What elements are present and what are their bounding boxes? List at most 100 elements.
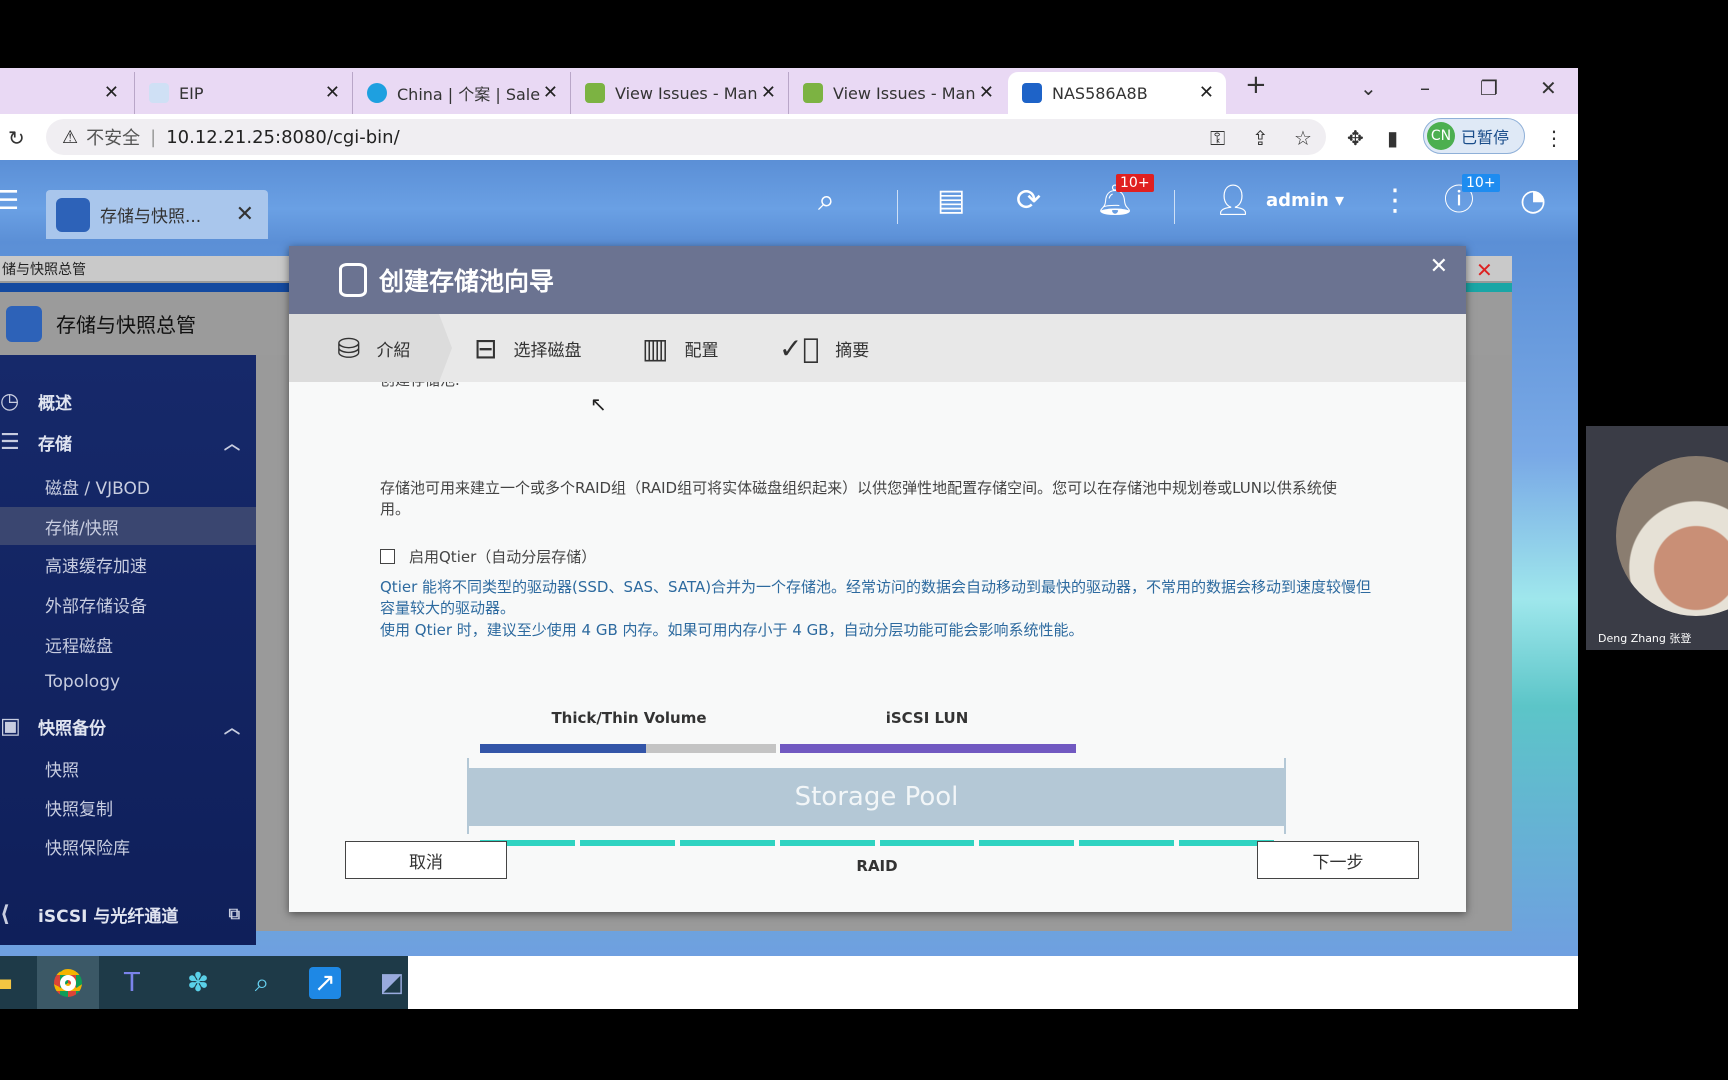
close-tab-icon[interactable]: ✕ bbox=[543, 82, 558, 103]
sidebar-item-label: 概述 bbox=[38, 393, 72, 414]
close-tab-icon[interactable]: ✕ bbox=[979, 82, 994, 103]
address-toolbar: ↻ ⚠ 不安全 | 10.12.21.25:8080/cgi-bin/ ⚿ ⇪ … bbox=[0, 114, 1578, 160]
chrome-icon[interactable] bbox=[37, 956, 99, 1009]
sidebar-item[interactable]: 快照复制 bbox=[0, 788, 256, 826]
close-app-tab-icon[interactable]: ✕ bbox=[236, 202, 254, 227]
share-icon[interactable]: ⇪ bbox=[1252, 126, 1269, 150]
browser-tab-nas[interactable]: NAS586A8B ✕ bbox=[1008, 72, 1226, 114]
database-icon bbox=[339, 263, 367, 297]
extensions-puzzle-icon[interactable]: ✥ bbox=[1347, 126, 1364, 150]
remote-desktop-icon[interactable]: ↗ bbox=[309, 967, 341, 999]
window-accent-bar-teal bbox=[1466, 283, 1512, 292]
sidebar-item-label: Topology bbox=[45, 672, 121, 692]
sidebar-item[interactable]: ▣ 快照备份 ︿ bbox=[0, 707, 256, 745]
step-configure: ▥ 配置 bbox=[642, 314, 718, 382]
resource-monitor-gauge-icon[interactable]: ◔ bbox=[1520, 184, 1546, 218]
menu-kebab-icon[interactable]: ⋮ bbox=[1544, 126, 1564, 150]
sidebar-item[interactable]: ⟨ iSCSI 与光纤通道 ⧉ bbox=[0, 895, 256, 933]
salesforce-cloud-icon bbox=[367, 83, 387, 103]
close-tab-icon[interactable]: ✕ bbox=[1199, 82, 1214, 103]
close-window-icon[interactable]: ✕ bbox=[1540, 76, 1557, 100]
sync-icon[interactable]: ⟳ bbox=[1016, 184, 1041, 218]
profile-button[interactable]: CN 已暂停 bbox=[1423, 118, 1525, 154]
sidebar-item-label: 快照保险库 bbox=[45, 838, 130, 859]
app-icon[interactable]: ✽ bbox=[179, 964, 217, 1002]
sidebar-item[interactable]: ◷ 概述 bbox=[0, 382, 256, 420]
participant-avatar bbox=[1616, 456, 1728, 616]
reload-icon[interactable]: ↻ bbox=[8, 126, 25, 150]
qtier-checkbox[interactable] bbox=[380, 549, 395, 564]
warning-icon: ⚠ bbox=[62, 126, 79, 148]
url-text[interactable]: 10.12.21.25:8080/cgi-bin/ bbox=[166, 127, 399, 148]
sidebar-item-label: 快照复制 bbox=[45, 799, 113, 820]
sidebar-item[interactable]: Topology bbox=[0, 663, 256, 701]
step-label: 配置 bbox=[684, 340, 719, 361]
step-intro: ⛁ 介紹 bbox=[337, 314, 410, 382]
star-icon[interactable]: ☆ bbox=[1294, 126, 1312, 150]
close-tab-icon[interactable]: ✕ bbox=[325, 82, 340, 103]
step-summary: ✓⃝ 摘要 bbox=[779, 314, 869, 382]
user-icon[interactable]: 👤︎ bbox=[1214, 184, 1252, 218]
raid-segment bbox=[779, 840, 875, 846]
sidebar-item[interactable]: 高速缓存加速 bbox=[0, 545, 256, 583]
next-button[interactable]: 下一步 bbox=[1257, 841, 1419, 879]
restore-icon[interactable]: ❐ bbox=[1480, 76, 1498, 100]
tab-title: NAS586A8B bbox=[1052, 83, 1148, 103]
raid-segment bbox=[579, 840, 675, 846]
sidebar-item[interactable]: 存储/快照 bbox=[0, 507, 256, 545]
app-tab-storage[interactable]: 存储与快照... ✕ bbox=[46, 190, 268, 239]
chevron-up-icon[interactable]: ︿ bbox=[224, 714, 240, 738]
external-link-icon[interactable]: ⧉ bbox=[229, 904, 240, 924]
search-icon[interactable]: ⌕ bbox=[818, 184, 835, 218]
raid-icon: ▥ bbox=[642, 331, 669, 365]
browser-tab[interactable]: ✕ bbox=[0, 72, 131, 114]
close-tab-icon[interactable]: ✕ bbox=[761, 82, 776, 103]
background-tasks-icon[interactable]: ▤ bbox=[937, 184, 965, 218]
address-bar[interactable]: ⚠ 不安全 | 10.12.21.25:8080/cgi-bin/ bbox=[46, 119, 1326, 155]
sidebar-item-label: iSCSI 与光纤通道 bbox=[38, 906, 179, 927]
cancel-button[interactable]: 取消 bbox=[345, 841, 507, 879]
description-text: 存储池可用来建立一个或多个RAID组（RAID组可将实体磁盘组织起来）以供您弹性… bbox=[380, 479, 1337, 518]
sidebar-item-label: 磁盘 / VJBOD bbox=[45, 478, 151, 499]
minimize-icon[interactable]: – bbox=[1420, 76, 1430, 100]
sidebar-item[interactable]: 快照 bbox=[0, 749, 256, 787]
sidebar-item[interactable]: 快照保险库 bbox=[0, 827, 256, 865]
app-icon[interactable]: ◩ bbox=[373, 964, 411, 1002]
browser-tab-mantis[interactable]: View Issues - Man ✕ bbox=[570, 72, 788, 114]
tab-search-chevron-icon[interactable]: ⌄ bbox=[1360, 76, 1377, 100]
sidebar-item-label: 存储/快照 bbox=[45, 518, 119, 539]
new-tab-button[interactable]: + bbox=[1245, 70, 1267, 100]
side-panel-icon[interactable]: ▮ bbox=[1387, 126, 1398, 150]
raid-segment bbox=[679, 840, 775, 846]
teams-icon[interactable]: T bbox=[113, 964, 151, 1002]
close-dialog-icon[interactable]: ✕ bbox=[1430, 254, 1448, 279]
file-explorer-icon[interactable]: ▬ bbox=[0, 964, 20, 1002]
sidebar-item[interactable]: 远程磁盘 bbox=[0, 625, 256, 663]
storage-pool-block: Storage Pool bbox=[467, 768, 1286, 826]
profile-status: 已暂停 bbox=[1461, 128, 1510, 147]
chevron-up-icon[interactable]: ︿ bbox=[224, 430, 240, 454]
key-icon[interactable]: ⚿ bbox=[1210, 126, 1225, 150]
sidebar-item[interactable]: ☰ 存储 ︿ bbox=[0, 423, 256, 461]
browser-tab-salesforce[interactable]: China | 个案 | Sale ✕ bbox=[352, 72, 570, 114]
qtier-checkbox-label[interactable]: 启用Qtier（自动分层存储） bbox=[409, 546, 596, 567]
browser-tab-eip[interactable]: EIP ✕ bbox=[134, 72, 352, 114]
qtier-memory-text: 使用 Qtier 时，建议至少使用 4 GB 内存。如果可用内存小于 4 GB，… bbox=[380, 621, 1084, 639]
browser-tab-mantis-2[interactable]: View Issues - Man ✕ bbox=[788, 72, 1006, 114]
dashboard-icon: ◷ bbox=[0, 388, 20, 414]
disk-icon: ⊟ bbox=[474, 331, 498, 365]
close-tab-icon[interactable]: ✕ bbox=[104, 82, 119, 103]
sidebar-item[interactable]: 磁盘 / VJBOD bbox=[0, 467, 256, 505]
close-window-icon[interactable]: ✕ bbox=[1476, 258, 1493, 282]
more-options-icon[interactable]: ⋮ bbox=[1380, 184, 1410, 218]
video-participant-tile: Deng Zhang 张登 bbox=[1586, 426, 1728, 650]
divider bbox=[1174, 190, 1175, 224]
sidebar-item[interactable]: 外部存储设备 bbox=[0, 585, 256, 623]
qfinder-icon[interactable]: ⌕ bbox=[243, 964, 281, 1002]
step-label: 介紹 bbox=[376, 340, 411, 361]
user-menu[interactable]: admin ▾ bbox=[1266, 184, 1344, 218]
main-menu-icon[interactable]: ☰ bbox=[0, 184, 19, 218]
storage-app-icon bbox=[56, 197, 90, 232]
step-label: 选择磁盘 bbox=[513, 340, 582, 361]
wizard-steps: ⛁ 介紹 ⊟ 选择磁盘 ▥ 配置 ✓⃝ 摘要 bbox=[289, 314, 1466, 382]
